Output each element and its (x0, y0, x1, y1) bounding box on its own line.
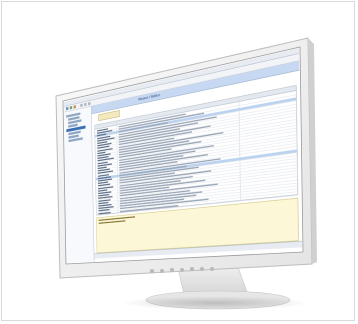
sidebar-tree[interactable] (64, 106, 95, 264)
monitor-control-button[interactable] (180, 267, 184, 272)
monitor-control-button[interactable] (150, 269, 154, 273)
table-cell (98, 211, 111, 215)
save-icon[interactable] (88, 101, 91, 106)
print-icon[interactable] (73, 105, 76, 109)
back-icon[interactable] (80, 103, 83, 108)
power-button[interactable] (210, 266, 214, 271)
monitor-control-button[interactable] (200, 267, 204, 271)
forward-icon[interactable] (84, 102, 87, 107)
stand-shadow (120, 296, 310, 310)
monitor-control-button[interactable] (160, 268, 164, 273)
note-line (98, 220, 126, 224)
refresh-icon[interactable] (69, 105, 73, 110)
home-icon[interactable] (65, 106, 69, 111)
panel-title: Report / Editor (138, 93, 161, 102)
